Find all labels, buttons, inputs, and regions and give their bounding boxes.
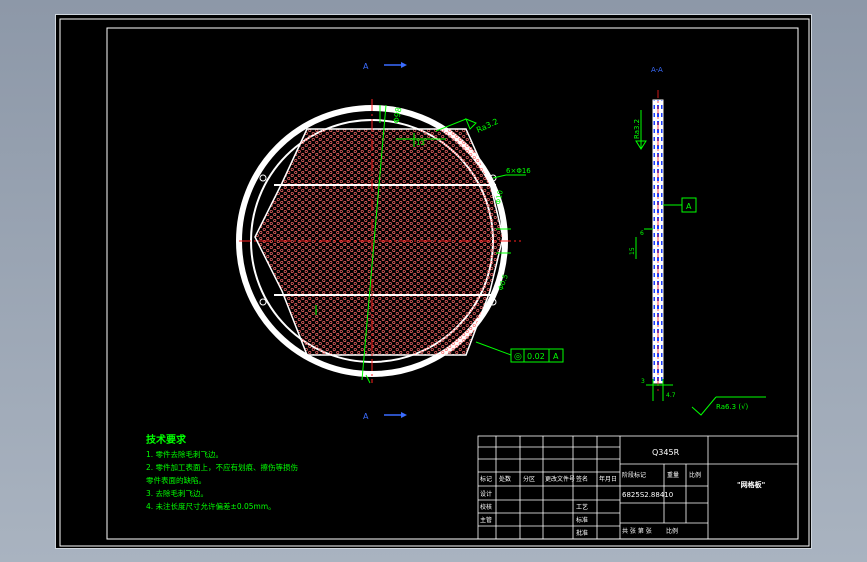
front-roughness: Ra3.2 — [475, 117, 500, 135]
row-header-4: 更改文件号 — [545, 475, 575, 483]
note-item-2: 2. 零件加工表面上，不应有划痕、擦伤等损伤 — [146, 462, 298, 472]
engineering-drawing: A A Φ98 13 Ra3.2 6×Φ16 Φ10 Φ0.5 ◎ 0.02 A… — [59, 18, 810, 547]
row-header-2: 处数 — [499, 475, 511, 483]
row-header-6: 年月日 — [599, 475, 617, 483]
material: Q345R — [652, 448, 680, 457]
side-dim-small: 6 — [640, 230, 644, 237]
center-label-2: 标准 — [576, 516, 588, 524]
left-label-1: 设计 — [480, 490, 492, 498]
side-view: A-A Ra3.2 A 6 15 3 4.7 Ra6.3 (√) — [629, 66, 766, 416]
left-label-2: 校核 — [480, 503, 492, 511]
note-item-1: 1. 零件去除毛刺飞边。 — [146, 449, 223, 459]
bolt-hole — [259, 174, 267, 182]
sheet-label: 共 张 第 张 — [622, 527, 652, 535]
dim-top: Φ98 — [392, 107, 404, 125]
side-dim-bottom-right: 4.7 — [666, 392, 676, 399]
front-view: A A Φ98 13 Ra3.2 6×Φ16 Φ10 Φ0.5 ◎ 0.02 A — [236, 62, 564, 421]
cad-viewport[interactable]: A A Φ98 13 Ra3.2 6×Φ16 Φ10 Φ0.5 ◎ 0.02 A… — [55, 14, 812, 549]
general-roughness: Ra6.3 (√) — [716, 403, 749, 411]
tolerance-symbol: ◎ — [514, 352, 522, 362]
notes-title: 技术要求 — [146, 433, 187, 446]
section-label-bottom: A — [363, 412, 369, 421]
note-item-3: 零件表面的缺陷。 — [146, 475, 206, 485]
stage-label-1: 阶段标记 — [622, 471, 646, 479]
center-label-3: 批准 — [576, 529, 588, 537]
row-header-1: 标记 — [480, 475, 492, 483]
stage-label-3: 比例 — [689, 471, 701, 479]
dim-mid: 13 — [416, 139, 425, 147]
side-roughness: Ra3.2 — [633, 119, 641, 139]
scale-label: 比例 — [666, 527, 678, 535]
tolerance-datum: A — [553, 352, 559, 361]
section-view-label: A-A — [651, 66, 663, 74]
title-block-text: Q345R "网格板" 6825S2.88410 标记 处数 分区 更改文件号 … — [480, 448, 765, 537]
section-label-top: A — [363, 62, 369, 71]
section-marker-bottom: A — [363, 412, 407, 421]
part-name: "网格板" — [737, 480, 765, 489]
drawing-number: 6825S2.88410 — [622, 491, 673, 499]
hole-spec: 6×Φ16 — [506, 167, 531, 175]
technical-notes: 技术要求 1. 零件去除毛刺飞边。 2. 零件加工表面上，不应有划痕、擦伤等损伤… — [146, 433, 298, 511]
row-header-3: 分区 — [523, 475, 535, 483]
note-item-4: 3. 去除毛刺飞边。 — [146, 488, 208, 498]
side-dim-height: 15 — [629, 247, 636, 255]
note-item-5: 4. 未注长度尺寸允许偏差±0.05mm。 — [146, 501, 276, 511]
stage-label-2: 重量 — [667, 471, 679, 479]
grid-hatch-area — [254, 128, 504, 356]
tolerance-value: 0.02 — [527, 352, 545, 361]
center-label-1: 工艺 — [576, 503, 588, 511]
row-header-5: 签名 — [576, 475, 588, 483]
dim-right: Φ10 — [494, 190, 504, 206]
side-dim-bottom-left: 3 — [641, 378, 645, 385]
bolt-hole — [259, 298, 267, 306]
side-datum: A — [686, 202, 692, 211]
section-marker-top: A — [363, 62, 407, 71]
left-label-3: 主管 — [480, 516, 492, 524]
